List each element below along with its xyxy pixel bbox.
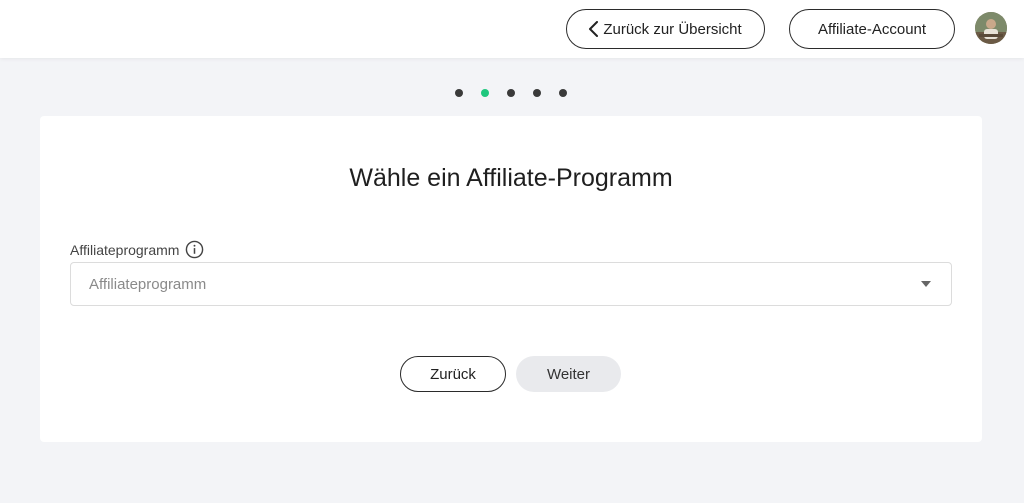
step-dot (481, 89, 489, 97)
step-dot (533, 89, 541, 97)
back-to-overview-button[interactable]: Zurück zur Übersicht (566, 9, 765, 49)
affiliate-account-button[interactable]: Affiliate-Account (789, 9, 955, 49)
wizard-card: Wähle ein Affiliate-Programm Affiliatepr… (40, 116, 982, 442)
chevron-left-icon (589, 21, 598, 37)
avatar[interactable] (975, 12, 1007, 44)
page-title: Wähle ein Affiliate-Programm (349, 164, 673, 192)
info-icon[interactable] (185, 240, 204, 259)
back-button[interactable]: Zurück (400, 356, 506, 392)
affiliate-program-select[interactable]: Affiliateprogramm (70, 262, 952, 306)
step-dot (507, 89, 515, 97)
caret-down-icon (921, 281, 931, 287)
affiliate-program-placeholder: Affiliateprogramm (89, 276, 207, 293)
top-bar: Zurück zur Übersicht Affiliate-Account (0, 0, 1024, 58)
affiliate-program-label: Affiliateprogramm (70, 241, 180, 258)
step-dot (455, 89, 463, 97)
user-avatar-icon (975, 12, 1007, 44)
affiliate-program-label-row: Affiliateprogramm (70, 240, 204, 259)
next-button[interactable]: Weiter (516, 356, 621, 392)
back-to-overview-label: Zurück zur Übersicht (603, 20, 742, 38)
step-dot (559, 89, 567, 97)
affiliate-account-label: Affiliate-Account (817, 20, 927, 38)
